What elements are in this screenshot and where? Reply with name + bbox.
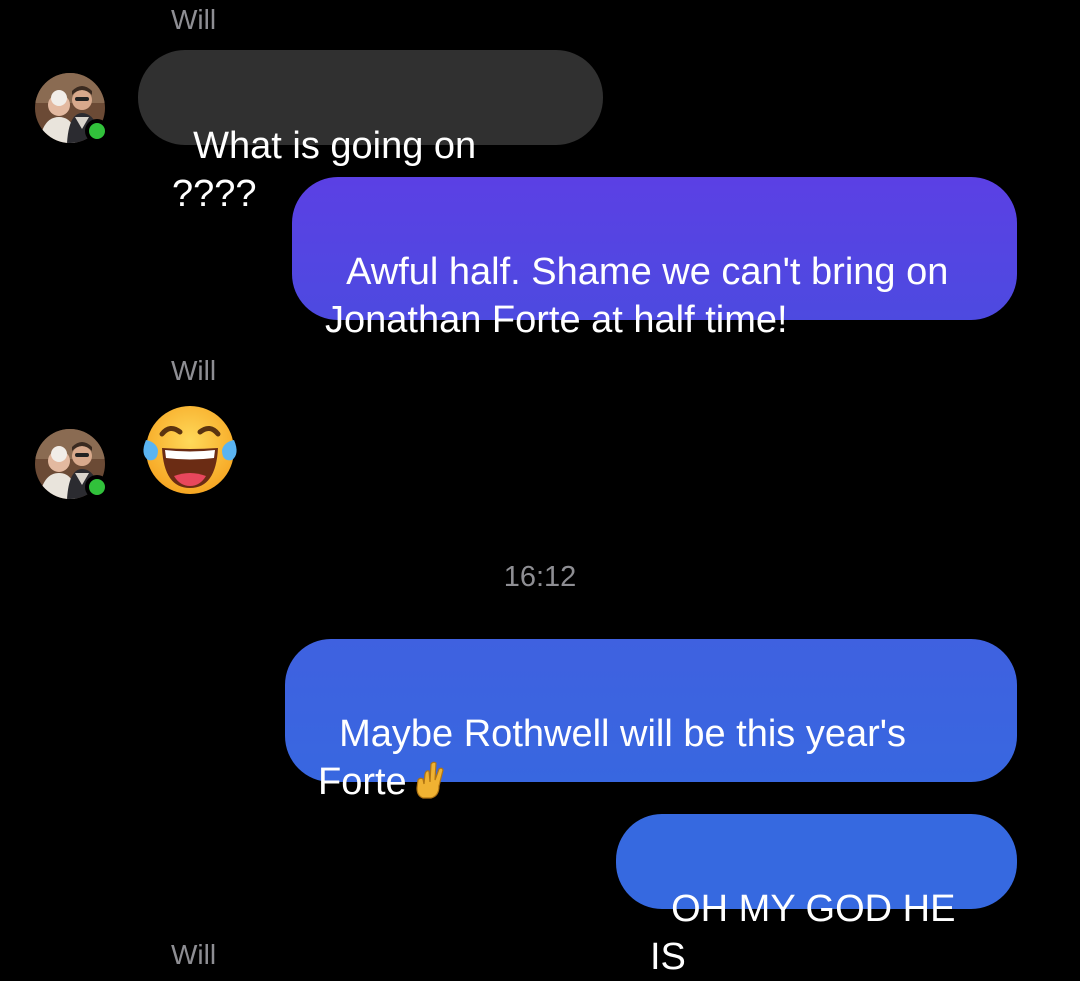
online-status-dot: [85, 475, 109, 499]
sender-name: Will: [171, 4, 217, 35]
message-text: Awful half. Shame we can't bring on Jona…: [325, 251, 959, 341]
sender-name: Will: [171, 939, 217, 970]
sender-name: Will: [171, 355, 217, 386]
avatar[interactable]: [35, 73, 109, 143]
avatar[interactable]: [35, 429, 109, 499]
outgoing-message-bubble[interactable]: OH MY GOD HE IS: [616, 814, 1017, 978]
incoming-message-bubble[interactable]: What is going on ????: [138, 50, 603, 215]
message-text: OH MY GOD HE IS: [650, 888, 967, 978]
outgoing-message-bubble[interactable]: Maybe Rothwell will be this year's Forte: [285, 639, 1017, 803]
outgoing-message-bubble[interactable]: Awful half. Shame we can't bring on Jona…: [292, 177, 1017, 341]
timestamp: 16:12: [503, 561, 577, 593]
online-status-dot: [85, 119, 109, 143]
crossed-fingers-emoji-icon: [416, 761, 444, 799]
tears-of-joy-emoji-icon[interactable]: [140, 400, 240, 500]
message-text: Maybe Rothwell will be this year's Forte: [318, 713, 917, 803]
